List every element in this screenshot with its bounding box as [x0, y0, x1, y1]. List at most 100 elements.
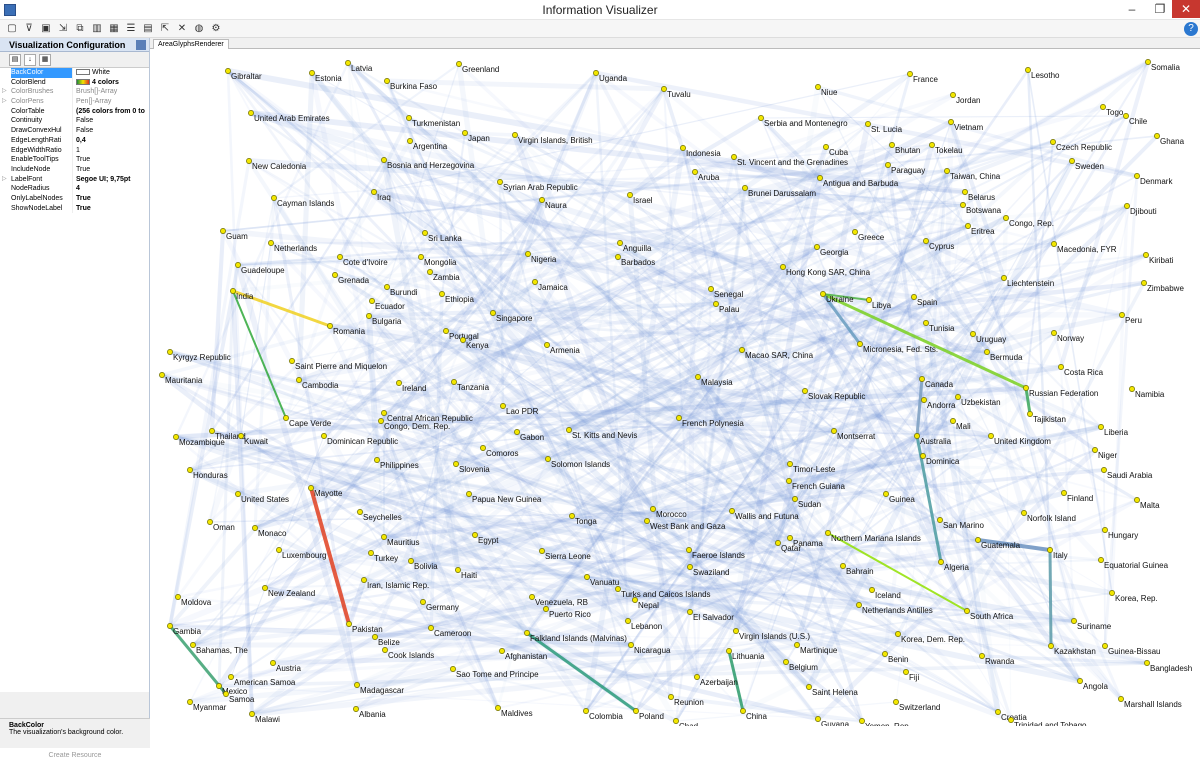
- delete-icon[interactable]: ✕: [175, 22, 189, 36]
- graph-node[interactable]: [529, 594, 535, 600]
- graph-node[interactable]: [368, 550, 374, 556]
- graph-node[interactable]: [246, 158, 252, 164]
- graph-node[interactable]: [948, 119, 954, 125]
- graph-node[interactable]: [1051, 330, 1057, 336]
- graph-node[interactable]: [332, 272, 338, 278]
- graph-node[interactable]: [497, 179, 503, 185]
- graph-node[interactable]: [248, 110, 254, 116]
- graph-node[interactable]: [815, 716, 821, 722]
- graph-node[interactable]: [190, 642, 196, 648]
- property-grid[interactable]: BackColor White ColorBlend 4 colors ▷ ColorBr…: [0, 68, 149, 692]
- graph-node[interactable]: [289, 358, 295, 364]
- graph-node[interactable]: [252, 525, 258, 531]
- graph-node[interactable]: [532, 279, 538, 285]
- graph-node[interactable]: [408, 558, 414, 564]
- graph-node[interactable]: [249, 711, 255, 717]
- graph-node[interactable]: [1003, 215, 1009, 221]
- new-icon[interactable]: ▢: [5, 22, 19, 36]
- graph-node[interactable]: [794, 642, 800, 648]
- graph-node[interactable]: [472, 532, 478, 538]
- graph-node[interactable]: [1102, 527, 1108, 533]
- graph-node[interactable]: [869, 587, 875, 593]
- close-button[interactable]: ✕: [1172, 0, 1200, 18]
- graph-node[interactable]: [361, 577, 367, 583]
- graph-node[interactable]: [644, 518, 650, 524]
- graph-node[interactable]: [806, 684, 812, 690]
- maximize-button[interactable]: ❐: [1146, 0, 1174, 18]
- graph-node[interactable]: [883, 491, 889, 497]
- graph-node[interactable]: [1048, 643, 1054, 649]
- graph-node[interactable]: [381, 534, 387, 540]
- graph-node[interactable]: [366, 313, 372, 319]
- graph-node[interactable]: [238, 433, 244, 439]
- graph-node[interactable]: [337, 254, 343, 260]
- graph-node[interactable]: [615, 254, 621, 260]
- graph-node[interactable]: [525, 251, 531, 257]
- graph-node[interactable]: [268, 240, 274, 246]
- settings-icon[interactable]: ⚙: [209, 22, 223, 36]
- graph-node[interactable]: [825, 530, 831, 536]
- graph-node[interactable]: [427, 269, 433, 275]
- graph-node[interactable]: [687, 609, 693, 615]
- create-resource-button[interactable]: Create Resource: [0, 752, 150, 764]
- graph-node[interactable]: [907, 71, 913, 77]
- graph-node[interactable]: [374, 457, 380, 463]
- graph-node[interactable]: [1050, 139, 1056, 145]
- graph-node[interactable]: [443, 328, 449, 334]
- graph-node[interactable]: [995, 709, 1001, 715]
- graph-node[interactable]: [962, 189, 968, 195]
- graph-node[interactable]: [960, 202, 966, 208]
- graph-node[interactable]: [692, 169, 698, 175]
- graph-node[interactable]: [490, 310, 496, 316]
- graph-node[interactable]: [321, 433, 327, 439]
- graph-node[interactable]: [857, 341, 863, 347]
- graph-node[interactable]: [920, 453, 926, 459]
- property-value[interactable]: (256 colors from 0 to: [74, 107, 150, 117]
- graph-node[interactable]: [786, 478, 792, 484]
- graph-node[interactable]: [814, 244, 820, 250]
- graph-node[interactable]: [357, 509, 363, 515]
- graph-node[interactable]: [1109, 590, 1115, 596]
- graph-node[interactable]: [1051, 241, 1057, 247]
- graph-node[interactable]: [453, 461, 459, 467]
- graph-node[interactable]: [882, 651, 888, 657]
- graph-node[interactable]: [713, 301, 719, 307]
- property-row[interactable]: EnableToolTips True: [0, 155, 149, 165]
- filter-icon[interactable]: ⊽: [22, 22, 36, 36]
- graph-node[interactable]: [911, 294, 917, 300]
- graph-node[interactable]: [584, 574, 590, 580]
- graph-node[interactable]: [460, 337, 466, 343]
- alphabetical-icon[interactable]: ↓: [24, 54, 36, 66]
- graph-node[interactable]: [420, 599, 426, 605]
- graph-node[interactable]: [694, 674, 700, 680]
- graph-node[interactable]: [173, 434, 179, 440]
- graph-node[interactable]: [1102, 643, 1108, 649]
- graph-node[interactable]: [733, 628, 739, 634]
- property-row[interactable]: EdgeWidthRatio 1: [0, 145, 149, 156]
- property-value[interactable]: True: [74, 165, 150, 175]
- graph-svg[interactable]: Gibraltar Latvia Estonia Burkina Faso Greenl…: [150, 49, 1200, 726]
- graph-node[interactable]: [381, 410, 387, 416]
- graph-node[interactable]: [895, 631, 901, 637]
- graph-node[interactable]: [921, 397, 927, 403]
- expander-icon[interactable]: ▷: [2, 87, 10, 97]
- graph-node[interactable]: [965, 223, 971, 229]
- property-value[interactable]: 4: [74, 184, 150, 194]
- graph-node[interactable]: [1008, 717, 1014, 723]
- graph-node[interactable]: [937, 517, 943, 523]
- graph-node[interactable]: [512, 132, 518, 138]
- graph-node[interactable]: [970, 331, 976, 337]
- tab-area-glyphs-renderer[interactable]: AreaGlyphsRenderer: [153, 39, 229, 49]
- graph-node[interactable]: [758, 115, 764, 121]
- graph-node[interactable]: [1129, 386, 1135, 392]
- graph-node[interactable]: [817, 175, 823, 181]
- property-value[interactable]: False: [74, 116, 150, 126]
- graph-node[interactable]: [823, 144, 829, 150]
- property-row[interactable]: ColorBlend 4 colors: [0, 77, 149, 88]
- list-icon[interactable]: ☰: [124, 22, 138, 36]
- graph-node[interactable]: [271, 195, 277, 201]
- graph-node[interactable]: [499, 648, 505, 654]
- graph-node[interactable]: [729, 508, 735, 514]
- graph-node[interactable]: [1047, 547, 1053, 553]
- property-value[interactable]: False: [74, 126, 150, 136]
